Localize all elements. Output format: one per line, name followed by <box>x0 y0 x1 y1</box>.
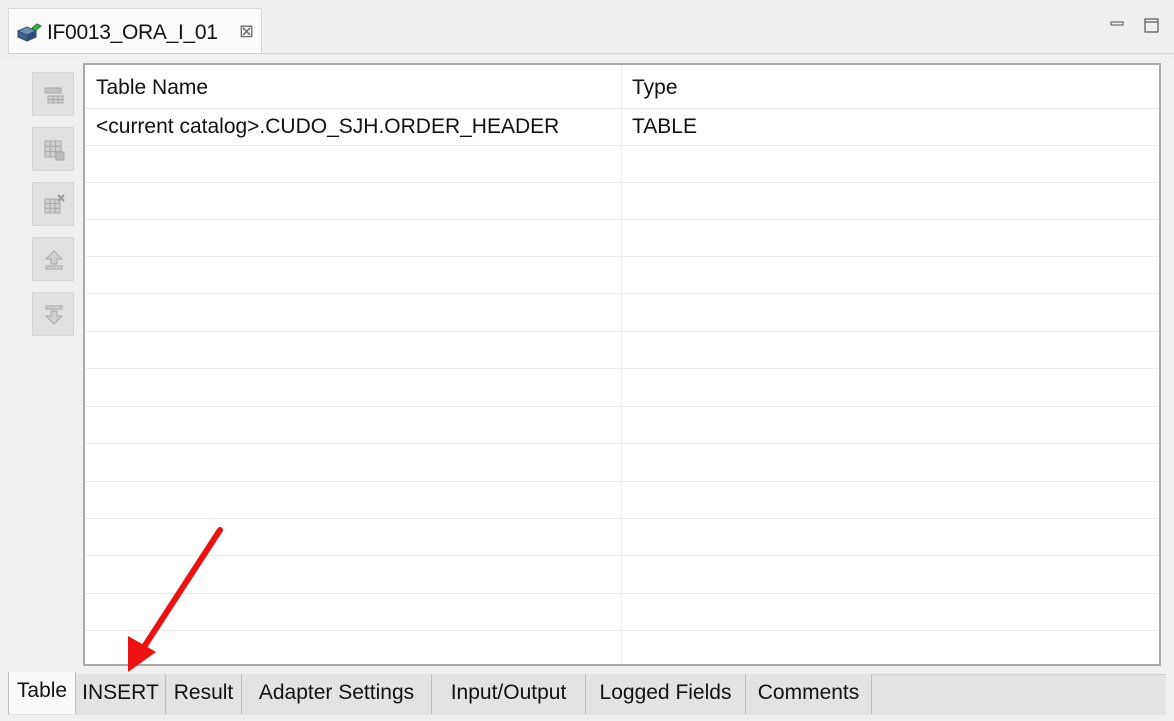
editor-tab[interactable]: IF0013_ORA_I_01 ⊠ <box>8 8 262 54</box>
row-gridline <box>85 256 1159 257</box>
add-table-button[interactable] <box>32 72 74 116</box>
move-up-button[interactable] <box>32 237 74 281</box>
row-gridline <box>85 443 1159 444</box>
row-gridline <box>85 331 1159 332</box>
tab-insert[interactable]: INSERT <box>76 674 166 714</box>
table-name-cell: <current catalog>.CUDO_SJH.ORDER_HEADER <box>96 115 560 138</box>
table-header-row: Table Name Type <box>85 65 1159 109</box>
tab-comments[interactable]: Comments <box>746 674 872 714</box>
row-gridline <box>85 630 1159 631</box>
row-gridline <box>85 593 1159 594</box>
row-gridline <box>85 219 1159 220</box>
move-up-icon <box>44 250 64 270</box>
grid-icon <box>44 140 65 161</box>
maximize-icon[interactable] <box>1142 16 1162 36</box>
add-table-icon <box>44 87 64 104</box>
editor-tab-title: IF0013_ORA_I_01 <box>47 21 218 44</box>
tab-logged-fields[interactable]: Logged Fields <box>586 674 746 714</box>
remove-table-icon <box>44 194 65 214</box>
column-divider[interactable] <box>621 65 622 664</box>
tab-adapter-settings[interactable]: Adapter Settings <box>242 674 432 714</box>
tab-strip-divider <box>8 53 1174 54</box>
tables-table[interactable]: Table Name Type <current catalog>.CUDO_S… <box>83 63 1161 666</box>
row-gridline <box>85 406 1159 407</box>
table-type-cell: TABLE <box>632 115 697 138</box>
row-gridline <box>85 145 1159 146</box>
tab-input-output[interactable]: Input/Output <box>432 674 586 714</box>
column-header-table-name[interactable]: Table Name <box>96 76 208 100</box>
editor-window: IF0013_ORA_I_01 ⊠ Table Name Type <curre… <box>0 0 1174 721</box>
row-gridline <box>85 293 1159 294</box>
editor-page-tabs: Table INSERT Result Adapter Settings Inp… <box>0 668 1174 721</box>
column-header-type[interactable]: Type <box>632 76 678 100</box>
tab-table[interactable]: Table <box>8 672 76 714</box>
row-gridline <box>85 555 1159 556</box>
row-gridline <box>85 481 1159 482</box>
interface-icon <box>15 22 43 44</box>
close-tab-icon[interactable]: ⊠ <box>239 22 254 40</box>
row-gridline <box>85 182 1159 183</box>
move-down-button[interactable] <box>32 292 74 336</box>
row-gridline <box>85 368 1159 369</box>
table-row[interactable]: <current catalog>.CUDO_SJH.ORDER_HEADER … <box>85 109 1159 146</box>
grid-button[interactable] <box>32 127 74 171</box>
move-down-icon <box>44 305 64 325</box>
editor-tab-strip: IF0013_ORA_I_01 ⊠ <box>0 0 1174 58</box>
tab-result[interactable]: Result <box>166 674 242 714</box>
minimize-icon[interactable] <box>1108 16 1128 36</box>
row-gridline <box>85 518 1159 519</box>
remove-table-button[interactable] <box>32 182 74 226</box>
